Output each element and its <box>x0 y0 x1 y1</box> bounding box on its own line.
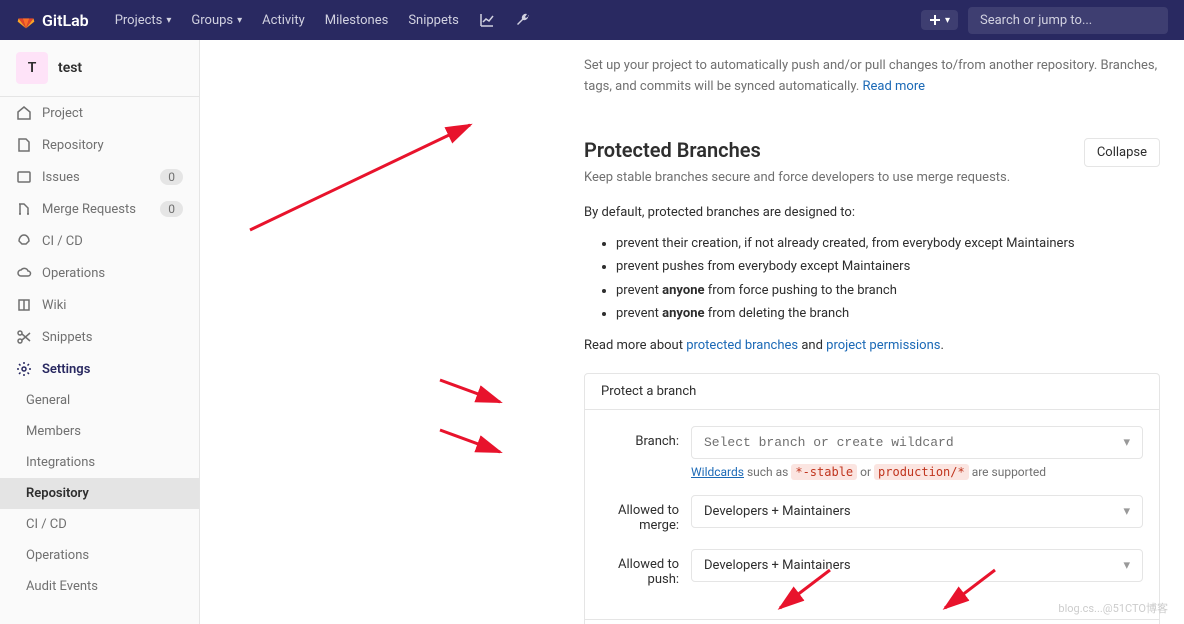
mirroring-intro: Set up your project to automatically pus… <box>224 56 1160 98</box>
badge: 0 <box>160 201 183 217</box>
file-icon <box>16 137 32 153</box>
merge-dropdown[interactable]: Developers + Maintainers ▾ <box>691 495 1143 528</box>
sidebar-sub-general[interactable]: General <box>0 385 199 416</box>
sidebar-label: Project <box>42 106 83 121</box>
scissors-icon <box>16 329 32 345</box>
new-button[interactable]: ▾ <box>921 10 958 30</box>
sidebar-sub-repository[interactable]: Repository <box>0 478 199 509</box>
branch-label: Branch: <box>601 426 691 449</box>
protect-panel: Protect a branch Branch: Select branch o… <box>584 373 1160 624</box>
nav-milestones[interactable]: Milestones <box>315 13 399 28</box>
sidebar-item-issues[interactable]: Issues 0 <box>0 161 199 193</box>
chevron-down-icon: ▾ <box>1123 504 1130 519</box>
wildcards-link[interactable]: Wildcards <box>691 465 744 479</box>
top-nav: GitLab Projects▾ Groups▾ Activity Milest… <box>0 0 1184 40</box>
read-more-link[interactable]: Read more <box>862 79 925 94</box>
nav-projects[interactable]: Projects▾ <box>105 13 182 28</box>
sidebar-sub-audit-events[interactable]: Audit Events <box>0 571 199 602</box>
merge-icon <box>16 201 32 217</box>
issues-icon <box>16 169 32 185</box>
sidebar-item-wiki[interactable]: Wiki <box>0 289 199 321</box>
section-subtitle: Keep stable branches secure and force de… <box>584 170 1010 185</box>
book-icon <box>16 297 32 313</box>
project-header[interactable]: T test <box>0 40 199 97</box>
nav-snippets[interactable]: Snippets <box>398 13 469 28</box>
sidebar-label: Wiki <box>42 298 66 313</box>
collapse-button[interactable]: Collapse <box>1084 138 1160 167</box>
sidebar-item-repository[interactable]: Repository <box>0 129 199 161</box>
rocket-icon <box>16 233 32 249</box>
sidebar-sub-operations[interactable]: Operations <box>0 540 199 571</box>
chevron-down-icon: ▾ <box>945 15 950 26</box>
merge-label: Allowed to merge: <box>601 495 691 533</box>
annotation-arrow <box>440 430 510 464</box>
sidebar-label: Repository <box>42 138 104 153</box>
chart-icon[interactable] <box>469 12 505 28</box>
chevron-down-icon: ▾ <box>1123 558 1130 573</box>
sidebar-sub-integrations[interactable]: Integrations <box>0 447 199 478</box>
brand-logo[interactable]: GitLab <box>16 10 89 30</box>
project-name: test <box>58 60 82 76</box>
protected-branches-link[interactable]: protected branches <box>686 338 798 353</box>
sidebar-item-operations[interactable]: Operations <box>0 257 199 289</box>
search-input[interactable]: Search or jump to... <box>968 7 1168 34</box>
branch-dropdown[interactable]: Select branch or create wildcard ▾ <box>691 426 1143 459</box>
brand-text: GitLab <box>42 11 89 30</box>
wildcards-help: Wildcards such as *-stable or production… <box>691 465 1143 479</box>
panel-title: Protect a branch <box>585 374 1159 410</box>
sidebar: T test Project Repository Issues 0 Merge… <box>0 40 200 624</box>
sidebar-sub-cicd[interactable]: CI / CD <box>0 509 199 540</box>
watermark: blog.cs...@51CTO博客 <box>1058 600 1168 616</box>
plus-icon <box>929 14 941 26</box>
sidebar-item-snippets[interactable]: Snippets <box>0 321 199 353</box>
badge: 0 <box>160 169 183 185</box>
section-title: Protected Branches <box>584 138 1010 162</box>
home-icon <box>16 105 32 121</box>
nav-activity[interactable]: Activity <box>252 13 315 28</box>
chevron-down-icon: ▾ <box>1123 435 1130 450</box>
sidebar-item-project[interactable]: Project <box>0 97 199 129</box>
gitlab-icon <box>16 10 36 30</box>
sidebar-label: Merge Requests <box>42 202 136 217</box>
sidebar-sub-members[interactable]: Members <box>0 416 199 447</box>
sidebar-label: Issues <box>42 170 80 185</box>
sidebar-label: CI / CD <box>42 234 83 249</box>
chevron-down-icon: ▾ <box>237 15 242 26</box>
gear-icon <box>16 361 32 377</box>
content-area: Set up your project to automatically pus… <box>200 40 1184 624</box>
sidebar-item-settings[interactable]: Settings <box>0 353 199 385</box>
section-body: By default, protected branches are desig… <box>224 201 1160 357</box>
nav-groups[interactable]: Groups▾ <box>181 13 252 28</box>
cloud-icon <box>16 265 32 281</box>
sidebar-label: Snippets <box>42 330 93 345</box>
sidebar-label: Operations <box>42 266 105 281</box>
project-avatar: T <box>16 52 48 84</box>
annotation-arrow <box>440 380 510 414</box>
sidebar-item-cicd[interactable]: CI / CD <box>0 225 199 257</box>
chevron-down-icon: ▾ <box>166 15 171 26</box>
push-label: Allowed to push: <box>601 549 691 587</box>
push-dropdown[interactable]: Developers + Maintainers ▾ <box>691 549 1143 582</box>
sidebar-label: Settings <box>42 362 90 377</box>
annotation-arrow <box>200 410 205 484</box>
project-permissions-link[interactable]: project permissions <box>826 338 940 353</box>
sidebar-item-merge-requests[interactable]: Merge Requests 0 <box>0 193 199 225</box>
wrench-icon[interactable] <box>505 12 541 28</box>
